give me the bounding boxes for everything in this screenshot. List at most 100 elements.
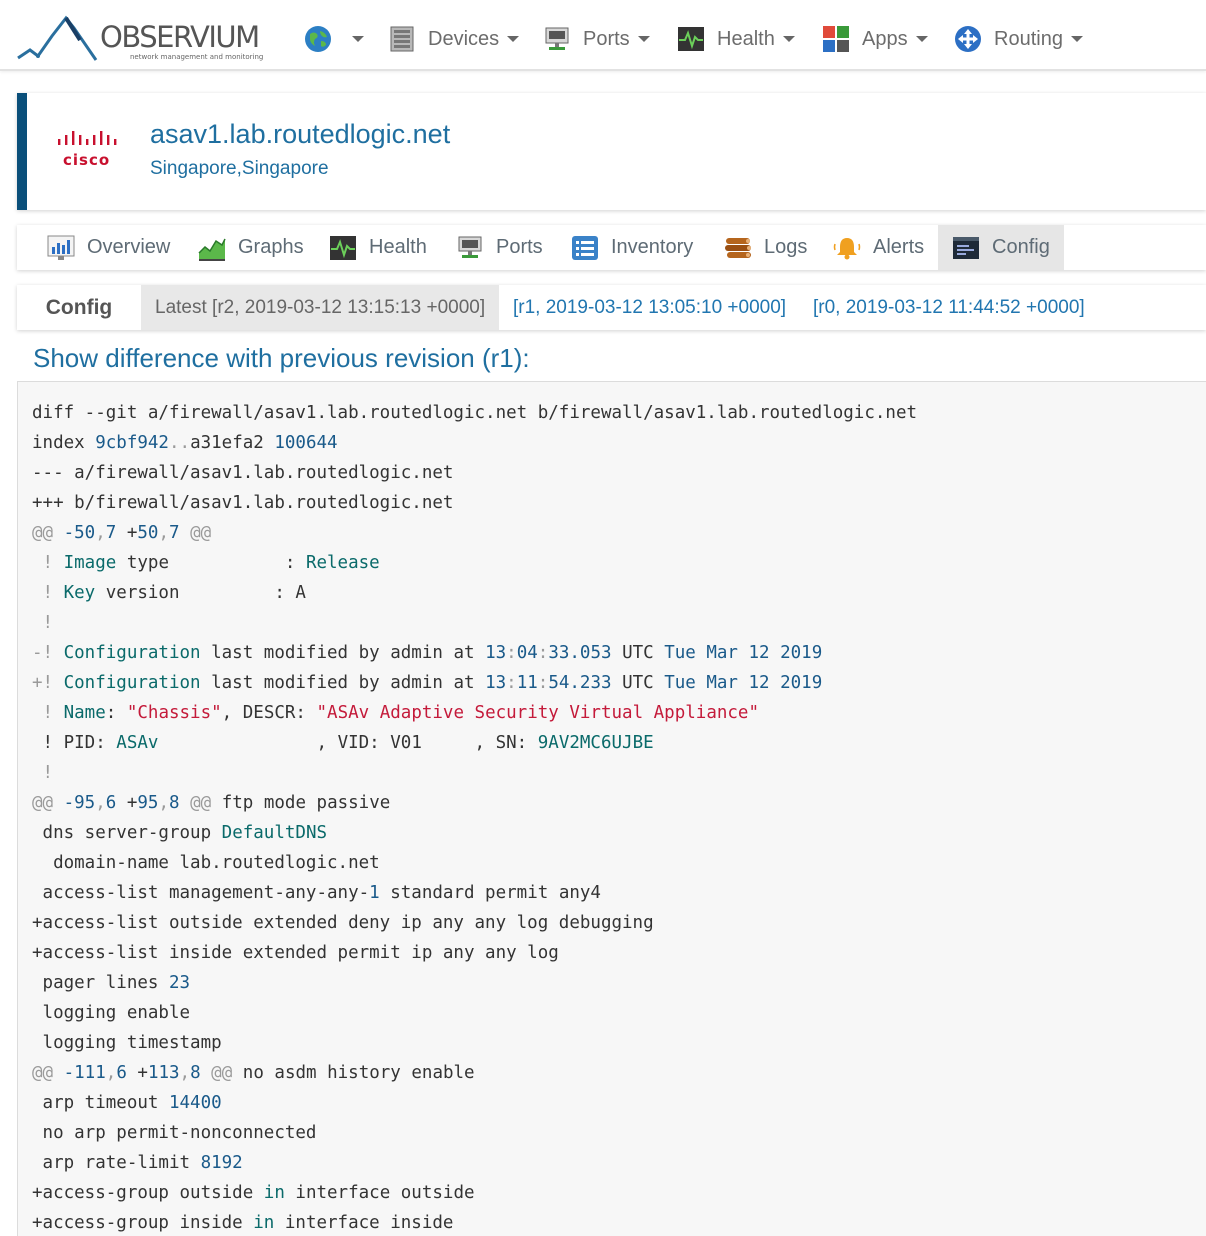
diff-token: no asdm history enable [242,1063,475,1083]
nav-apps[interactable]: Apps [822,22,928,56]
diff-token: ftp mode passive [221,793,391,813]
diff-line: index 9cbf942..a31efa2 100644 [32,428,917,458]
device-location: Singapore,Singapore [150,158,329,179]
tab-health[interactable]: Health [329,225,427,270]
config-terminal-icon [952,235,980,261]
globe-icon [304,25,332,53]
observium-logo[interactable]: OBSERVIUM network management and monitor… [16,14,266,64]
diff-token: pager lines [32,973,169,993]
diff-token: "ASAv Adaptive Security Virtual Applianc… [316,703,760,723]
diff-token: version : A [95,583,306,603]
diff-line: +! Configuration last modified by admin … [32,668,917,698]
apps-grid-icon [822,25,850,53]
tab-inventory[interactable]: Inventory [571,225,693,270]
diff-token: "Chassis" [126,703,222,723]
tab-logs-label: Logs [764,236,808,258]
tab-config[interactable]: Config [938,225,1064,270]
diff-token: +access-list inside extended permit ip a… [32,943,559,963]
network-port-icon [456,235,484,261]
diff-token: -50 [63,523,96,543]
diff-token: Key [63,583,96,603]
nav-ports-label: Ports [583,27,630,50]
diff-token: 33.053 [548,643,612,663]
revision-current[interactable]: Latest [r2, 2019-03-12 13:15:13 +0000] [141,285,500,330]
diff-token: Tue Mar 12 2019 [664,643,823,663]
tab-ports[interactable]: Ports [456,225,543,270]
diff-token: logging enable [32,1003,191,1023]
diff-token: last modified by admin at [200,643,486,663]
diff-token: Release [305,553,380,573]
diff-line: @@ -95,6 +95,8 @@ ftp mode passive [32,788,917,818]
diff-token: 23 [168,973,191,993]
diff-token: DefaultDNS [221,823,328,843]
top-navbar: OBSERVIUM network management and monitor… [0,0,1206,71]
diff-token: @@ [32,523,64,543]
network-port-icon [543,25,571,53]
diff-token: 14400 [168,1093,222,1113]
diff-token: ! [32,613,54,633]
nav-devices[interactable]: Devices [388,22,520,56]
device-header: cisco asav1.lab.routedlogic.net Singapor… [17,93,1206,210]
nav-ports[interactable]: Ports [543,22,650,56]
tab-graphs-label: Graphs [238,236,304,258]
diff-token: 100644 [274,433,338,453]
diff-line: +access-group outside in interface outsi… [32,1178,917,1208]
nav-globe-menu[interactable] [304,22,364,56]
diff-line: dns server-group DefaultDNS [32,818,917,848]
diff-token: +access-list outside extended deny ip an… [32,913,654,933]
heartbeat-icon [329,235,357,261]
tab-graphs[interactable]: Graphs [198,225,304,270]
nav-health[interactable]: Health [677,22,795,56]
chevron-down-icon [915,36,928,42]
diff-token: , [179,1063,191,1083]
device-hostname[interactable]: asav1.lab.routedlogic.net [150,119,450,150]
overview-chart-icon [47,235,75,261]
diff-token: , VID: V01 , SN: [158,733,538,753]
bell-icon [833,235,861,261]
diff-token: + [116,793,138,813]
diff-line: no arp permit-nonconnected [32,1118,917,1148]
diff-token: 7 [169,523,180,543]
diff-token: 95 [137,793,159,813]
tab-alerts[interactable]: Alerts [833,225,924,270]
chevron-down-icon [352,36,364,42]
diff-token: .. [168,433,191,453]
diff-line: diff --git a/firewall/asav1.lab.routedlo… [32,398,917,428]
diff-token: -95 [63,793,96,813]
tab-logs[interactable]: Logs [724,225,807,270]
diff-token: 13 [485,643,507,663]
revision-link-r1[interactable]: [r1, 2019-03-12 13:05:10 +0000] [513,285,786,330]
diff-token: 113 [147,1063,180,1083]
diff-line: +++ b/firewall/asav1.lab.routedlogic.net [32,488,917,518]
server-icon [388,25,416,53]
diff-token: 9cbf942 [95,433,169,453]
nav-routing[interactable]: Routing [954,22,1083,56]
diff-token: 04 [516,643,538,663]
nav-apps-label: Apps [862,27,908,50]
diff-token: no arp permit-nonconnected [32,1123,317,1143]
diff-line: ! [32,758,917,788]
chevron-down-icon [637,36,650,42]
diff-token: @@ [32,793,64,813]
diff-token: diff --git a/firewall/asav1.lab.routedlo… [32,403,918,423]
revision-link-r0[interactable]: [r0, 2019-03-12 11:44:52 +0000] [813,285,1085,330]
diff-line: +access-group inside in interface inside [32,1208,917,1236]
diff-token: @@ [200,1063,243,1083]
diff-title: Show difference with previous revision (… [33,343,530,373]
diff-token: : [105,703,127,723]
diff-token: 6 [105,793,117,813]
diff-token: in [263,1183,285,1203]
diff-token: -! [32,643,64,663]
diff-token: in [253,1213,275,1233]
nav-health-label: Health [717,27,775,50]
diff-token: ASAv [116,733,159,753]
diff-token: index [32,433,96,453]
tab-health-label: Health [369,236,427,258]
diff-line: --- a/firewall/asav1.lab.routedlogic.net [32,458,917,488]
observium-logo-mark-icon [17,15,98,61]
diff-token: Tue Mar 12 2019 [664,673,823,693]
diff-token: ! PID: [32,733,117,753]
tab-overview[interactable]: Overview [47,225,170,270]
diff-token: , DESCR: [221,703,317,723]
diff-token: access-list management-any-any- [32,883,370,903]
